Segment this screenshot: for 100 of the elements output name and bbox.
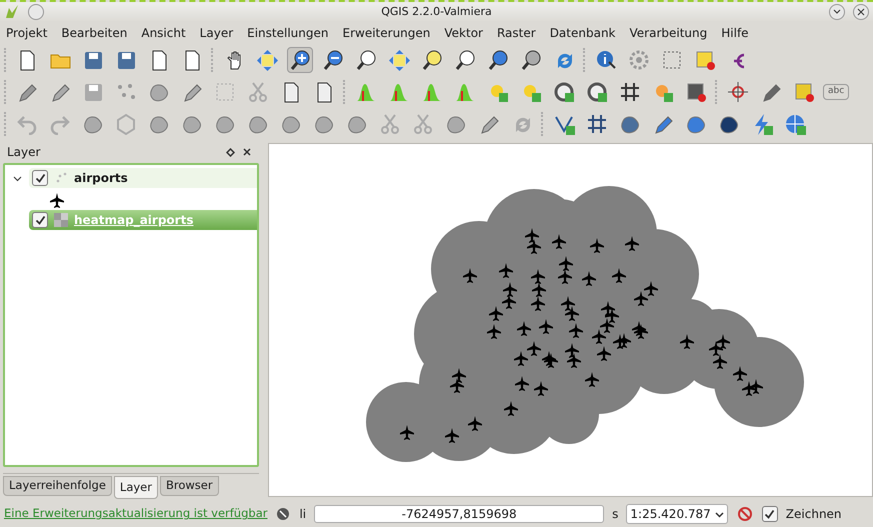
toolbar-handle[interactable] [541, 112, 544, 136]
airplane-icon [592, 329, 606, 344]
menu-item[interactable]: Ansicht [139, 24, 188, 42]
airplane-icon [525, 228, 539, 243]
render-checkbox[interactable] [762, 506, 778, 522]
airplane-icon [531, 269, 545, 284]
menu-item[interactable]: Layer [198, 24, 236, 42]
menu-item[interactable]: Bearbeiten [59, 24, 130, 42]
chevron-down-icon [833, 8, 841, 16]
airplane-icon [600, 318, 614, 333]
airplane-icon [489, 306, 503, 321]
crosshair-icon[interactable] [725, 79, 751, 105]
minimize-button[interactable] [829, 4, 845, 20]
airplane-icon [400, 425, 414, 440]
airplane-icon [625, 236, 639, 251]
pencil-logo-icon [4, 4, 20, 20]
airplane-icon [565, 306, 579, 321]
menu-item[interactable]: Projekt [4, 24, 50, 42]
panel-title: Layer [7, 144, 42, 161]
airplane-icon [527, 239, 541, 254]
airplane-symbol-icon [49, 193, 65, 209]
menu-item[interactable]: Vektor [442, 24, 485, 42]
toolbar-handle[interactable] [4, 80, 7, 104]
airplane-icon [539, 319, 553, 334]
airplane-icon [515, 376, 529, 391]
checkbox[interactable] [32, 170, 48, 186]
menu-item[interactable]: Datenbank [548, 24, 618, 42]
airplane-icon [582, 271, 596, 286]
airplane-icon [504, 401, 518, 416]
close-button[interactable] [853, 4, 869, 20]
panel-tab[interactable]: Browser [160, 476, 219, 496]
render-label: Zeichnen [786, 506, 842, 523]
label-tool-button[interactable]: abc [823, 84, 850, 100]
airplane-icon [613, 334, 627, 349]
airplane-icon [452, 368, 466, 383]
airplane-icon [517, 321, 531, 336]
checkbox[interactable] [32, 212, 48, 228]
point-layer-icon [54, 171, 68, 185]
airplane-icon [680, 334, 694, 349]
menu-item[interactable]: Verarbeitung [628, 24, 710, 42]
airplane-icon [531, 296, 545, 311]
airplane-icon [567, 353, 581, 368]
toolbar-handle[interactable] [4, 48, 7, 72]
airplane-icon [552, 234, 566, 249]
airplane-icon [585, 372, 599, 387]
airplane-icon [450, 378, 464, 393]
caret-icon [714, 510, 724, 518]
no-entry-icon[interactable] [736, 505, 754, 523]
airplane-icon [503, 282, 517, 297]
panel-tab[interactable]: Layerreihenfolge [3, 476, 112, 496]
scale-label: s [612, 506, 618, 523]
airplane-icon [605, 308, 619, 323]
airplane-icon [534, 381, 548, 396]
airplane-icon [463, 268, 477, 283]
airplane-icon [634, 291, 648, 306]
raster-layer-icon [54, 213, 68, 227]
airplane-icon [514, 351, 528, 366]
airplane-icon [713, 354, 727, 369]
airplane-icon [487, 324, 501, 339]
menu-item[interactable]: Raster [494, 24, 538, 42]
toolbar-handle[interactable] [4, 112, 7, 136]
zoom-in-icon[interactable] [287, 47, 313, 73]
airplane-icon [468, 416, 482, 431]
menu-item[interactable]: Einstellungen [245, 24, 330, 42]
toolbar-handle[interactable] [583, 48, 586, 72]
airplane-icon [502, 294, 516, 309]
menu-item[interactable]: Hilfe [719, 24, 751, 42]
airplane-icon [565, 343, 579, 358]
toolbar-handle[interactable] [715, 80, 718, 104]
window-title: QGIS 2.2.0-Valmiera [380, 4, 493, 20]
airplane-icon [527, 341, 541, 356]
window-menu-button[interactable] [28, 4, 44, 20]
airplane-icon [559, 256, 573, 271]
toolbar-handle[interactable] [211, 48, 214, 72]
airplane-icon [644, 281, 658, 296]
airplane-icon [634, 324, 648, 339]
float-icon[interactable] [226, 148, 235, 156]
close-icon[interactable] [243, 148, 251, 156]
scale-combobox[interactable]: 1:25.420.787 [626, 504, 728, 524]
airplane-icon [733, 366, 747, 381]
map-canvas[interactable] [268, 143, 873, 497]
airplane-icon [558, 269, 572, 284]
airplane-icon [569, 323, 583, 338]
layer-name: airports [74, 170, 128, 187]
close-icon [857, 8, 865, 16]
airplane-icon [597, 346, 611, 361]
coordinate-label: li [299, 506, 306, 523]
layer-row[interactable]: airports [29, 168, 257, 188]
panel-tab[interactable]: Layer [114, 476, 158, 499]
airplane-icon [709, 341, 723, 356]
menu-item[interactable]: Erweiterungen [340, 24, 432, 42]
airplane-icon [561, 296, 575, 311]
airplane-icon [716, 334, 730, 349]
airplane-icon [590, 238, 604, 253]
layer-name: heatmap_airports [74, 212, 194, 229]
toolbar-handle[interactable] [343, 80, 346, 104]
airplane-icon [612, 268, 626, 283]
airplane-icon [532, 282, 546, 297]
airplane-icon [499, 263, 513, 278]
coordinate-field[interactable]: -7624957,8159698 [314, 505, 604, 523]
